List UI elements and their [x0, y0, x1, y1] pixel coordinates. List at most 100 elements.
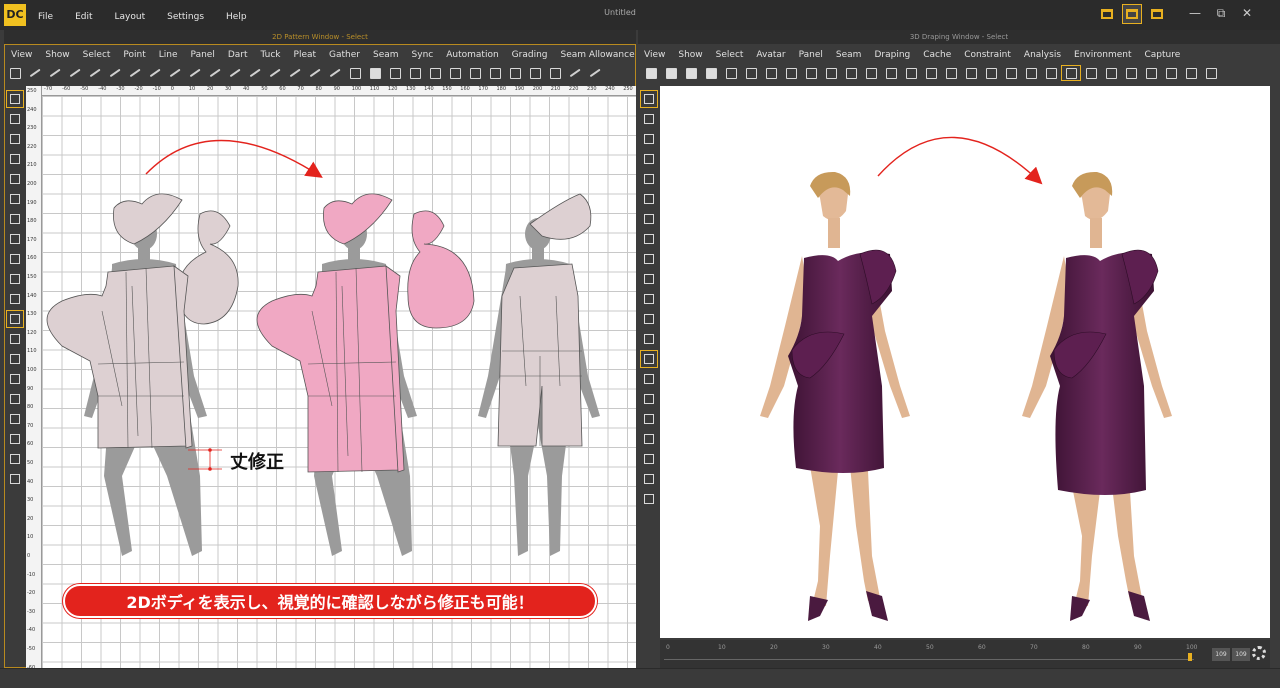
gear-icon[interactable]: [1252, 646, 1266, 660]
save-icon[interactable]: [682, 66, 700, 80]
pattern-menu-tuck[interactable]: Tuck: [261, 46, 281, 64]
layout-split-icon[interactable]: [1122, 4, 1142, 24]
edit-curve-icon[interactable]: [66, 66, 84, 80]
animation-timeline[interactable]: 0 10 20 30 40 50 60 70 80 90 100 109 109: [660, 640, 1270, 668]
pin3d-icon[interactable]: [641, 431, 657, 447]
layout-2d-icon[interactable]: [1097, 4, 1117, 24]
unlink-icon[interactable]: [7, 291, 23, 307]
dart-icon[interactable]: [226, 66, 244, 80]
frame-current[interactable]: 109: [1212, 648, 1230, 661]
restore-button[interactable]: ⧉: [1208, 6, 1234, 21]
cylinder-icon[interactable]: [641, 151, 657, 167]
frame3d-icon[interactable]: [641, 331, 657, 347]
frame-total[interactable]: 109: [1232, 648, 1250, 661]
garment-icon[interactable]: [662, 66, 680, 80]
reset-icon[interactable]: [802, 66, 820, 80]
tag-icon[interactable]: [7, 411, 23, 427]
unfold-icon[interactable]: [426, 66, 444, 80]
cube-top-icon[interactable]: [641, 251, 657, 267]
cube-bottom-icon[interactable]: [641, 271, 657, 287]
load-icon[interactable]: [702, 66, 720, 80]
pattern-canvas[interactable]: 丈修正 2Dボディを表示し、視覚的に確認しながら修正も可能！: [42, 96, 636, 668]
fabric-icon[interactable]: [466, 66, 484, 80]
record-icon[interactable]: [1082, 66, 1100, 80]
pen-icon[interactable]: [7, 371, 23, 387]
pan-icon[interactable]: [7, 211, 23, 227]
brush-icon[interactable]: [7, 391, 23, 407]
allowance-icon[interactable]: [546, 66, 564, 80]
pattern-menu-seam[interactable]: Seam: [373, 46, 399, 64]
draping-menu-avatar[interactable]: Avatar: [756, 46, 785, 64]
pattern-menu-dart[interactable]: Dart: [228, 46, 248, 64]
draping-menu-constraint[interactable]: Constraint: [964, 46, 1011, 64]
draping-menu-show[interactable]: Show: [678, 46, 702, 64]
pressure-icon[interactable]: [842, 66, 860, 80]
draping-menu-cache[interactable]: Cache: [923, 46, 951, 64]
cube-front-icon[interactable]: [641, 171, 657, 187]
avatar-icon[interactable]: [642, 66, 660, 80]
hide-icon[interactable]: [902, 66, 920, 80]
compare-icon[interactable]: [1042, 66, 1060, 80]
layout-3d-icon[interactable]: [1147, 4, 1167, 24]
export-icon[interactable]: [7, 451, 23, 467]
video-icon[interactable]: [1162, 66, 1180, 80]
draping-menu-panel[interactable]: Panel: [799, 46, 823, 64]
select3d-icon[interactable]: [640, 90, 658, 108]
pin-icon[interactable]: [7, 351, 23, 367]
pattern-menu-sync[interactable]: Sync: [412, 46, 434, 64]
draping-menu-draping[interactable]: Draping: [874, 46, 910, 64]
light-icon[interactable]: [1182, 66, 1200, 80]
avatar-before[interactable]: [760, 171, 910, 621]
spline-icon[interactable]: [86, 66, 104, 80]
curve-tool-icon[interactable]: [46, 66, 64, 80]
bezier-icon[interactable]: [126, 66, 144, 80]
grid-icon[interactable]: [7, 231, 23, 247]
pleat-icon[interactable]: [266, 66, 284, 80]
list-icon[interactable]: [1122, 66, 1140, 80]
mirror-icon[interactable]: [386, 66, 404, 80]
play-pause-icon[interactable]: [1061, 65, 1081, 81]
pattern-menu-pleat[interactable]: Pleat: [294, 46, 317, 64]
simulate-icon[interactable]: [762, 66, 780, 80]
tuck-icon[interactable]: [246, 66, 264, 80]
link-icon[interactable]: [7, 271, 23, 287]
panel-icon[interactable]: [366, 66, 384, 80]
pose-icon[interactable]: [640, 350, 658, 368]
pose-edit-icon[interactable]: [641, 371, 657, 387]
camera-icon[interactable]: [1202, 66, 1220, 80]
cut-icon[interactable]: [206, 66, 224, 80]
split-icon[interactable]: [186, 66, 204, 80]
orbit-icon[interactable]: [641, 291, 657, 307]
pause-icon[interactable]: [782, 66, 800, 80]
texture-icon[interactable]: [486, 66, 504, 80]
gizmo-icon[interactable]: [641, 111, 657, 127]
pattern-menu-point[interactable]: Point: [123, 46, 145, 64]
pattern-menu-panel[interactable]: Panel: [191, 46, 215, 64]
wire-icon[interactable]: [942, 66, 960, 80]
pattern-menu-seam-allowance[interactable]: Seam Allowance: [561, 46, 635, 64]
pattern-menu-line[interactable]: Line: [159, 46, 178, 64]
snapshot-icon[interactable]: [1022, 66, 1040, 80]
arrow-tool-icon[interactable]: [586, 66, 604, 80]
pattern-menu-automation[interactable]: Automation: [446, 46, 498, 64]
pen3d-icon[interactable]: [641, 451, 657, 467]
notch-icon[interactable]: [526, 66, 544, 80]
grade-icon[interactable]: [446, 66, 464, 80]
edit-point-icon[interactable]: [146, 66, 164, 80]
draping-menu-view[interactable]: View: [644, 46, 665, 64]
cube-back-icon[interactable]: [641, 191, 657, 207]
line-tool-icon[interactable]: [26, 66, 44, 80]
avatar-after[interactable]: [1022, 171, 1172, 621]
timeline-playhead[interactable]: [1188, 653, 1192, 661]
bone-icon[interactable]: [882, 66, 900, 80]
measure-icon[interactable]: [566, 66, 584, 80]
cube-right-icon[interactable]: [641, 231, 657, 247]
draping-viewport[interactable]: [660, 86, 1270, 638]
zoom3d-icon[interactable]: [641, 311, 657, 327]
close-button[interactable]: ✕: [1234, 6, 1260, 21]
pattern-menu-show[interactable]: Show: [45, 46, 69, 64]
body-select-icon[interactable]: [6, 310, 24, 328]
window-icon[interactable]: [1002, 66, 1020, 80]
fabric3d-icon[interactable]: [722, 66, 740, 80]
rect-icon[interactable]: [346, 66, 364, 80]
